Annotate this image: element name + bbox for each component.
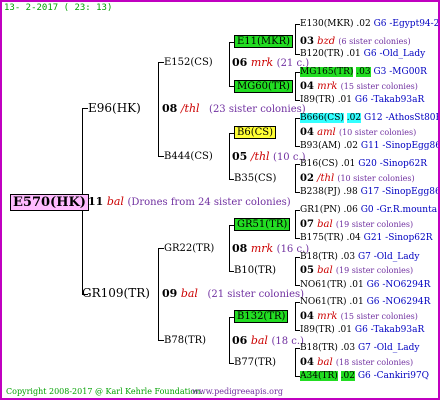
connector [295, 118, 296, 146]
gen4-entry[interactable]: GR1(PN) .06 G0 -Gr.R.mounta [300, 204, 437, 217]
gen4-entry[interactable]: I89(TR) .01 G6 -Takab93aR [300, 94, 424, 107]
gen4-entry[interactable]: B238(PJ) .98 G17 -SinopEgg86R [300, 186, 438, 199]
connector [158, 62, 159, 156]
gen3-node[interactable]: B77(TR) [234, 356, 276, 369]
gen4-entry[interactable]: I89(TR) .01 G6 -Takab93aR [300, 324, 424, 337]
gen4-entry[interactable]: NO61(TR) .01 G6 -NO6294R [300, 296, 430, 309]
connector [295, 24, 296, 54]
root-id[interactable]: E570(HK) [10, 194, 89, 211]
gen2-node[interactable]: B444(CS) [164, 150, 213, 163]
gen4-entry[interactable]: B18(TR) .03 G7 -Old_Lady [300, 342, 419, 355]
site-link[interactable]: www.pedigreeapis.org [192, 385, 283, 398]
gen3-node[interactable]: E11(MKR) [234, 35, 294, 48]
gen3-mating: 04 bal (18 sister colonies) [300, 357, 414, 368]
gen1-node[interactable]: GR109(TR) [82, 287, 150, 300]
gen3-mating: 03 bzd (6 sister colonies) [300, 36, 411, 47]
gen4-entry[interactable]: B120(TR) .01 G6 -Old_Lady [300, 48, 425, 61]
connector [295, 72, 296, 100]
gen3-mating: 07 bal (19 sister colonies) [300, 219, 414, 230]
gen4-entry[interactable]: MG165(TR) .03 G3 -MG00R [300, 66, 427, 79]
date-line: 13- 2-2017 ( 23: 13) [4, 3, 113, 13]
connector [295, 257, 296, 285]
gen3-mating: 02 /thl (10 sister colonies) [300, 173, 415, 184]
root-rel: bal [106, 195, 124, 208]
connector [229, 133, 230, 179]
gen2-node[interactable]: E152(CS) [164, 56, 213, 69]
gen4-entry[interactable]: B16(CS) .01 G20 -Sinop62R [300, 158, 427, 171]
gen4-entry[interactable]: B18(TR) .03 G7 -Old_Lady [300, 251, 419, 264]
pedigree-frame: { "header": { "date_line": "13- 2-2017 (… [0, 0, 440, 400]
gen1-node[interactable]: E96(HK) [88, 102, 141, 115]
gen3-node[interactable]: GR51(TR) [234, 218, 291, 231]
gen2-mating: 06 mrk (21 c.) [232, 56, 310, 69]
gen3-node[interactable]: B10(TR) [234, 264, 276, 277]
root-num: 11 [88, 195, 104, 208]
connector [158, 248, 159, 340]
root-mating: 11 bal (Drones from 24 sister colonies) [88, 195, 291, 209]
gen4-entry[interactable]: E130(MKR) .02 G6 -Egypt94-2R [300, 18, 438, 31]
gen2-mating: 05 /thl (10 c.) [232, 150, 306, 163]
gen3-node[interactable]: MG60(TR) [234, 80, 293, 93]
gen3-node[interactable]: B6(CS) [234, 126, 277, 139]
connector [295, 302, 296, 330]
gen3-mating: 04 aml (10 sister colonies) [300, 127, 417, 138]
gen2-node[interactable]: GR22(TR) [164, 242, 214, 255]
gen3-node[interactable]: B132(TR) [234, 310, 289, 323]
gen2-mating: 08 mrk (16 c.) [232, 242, 310, 255]
gen3-node[interactable]: B35(CS) [234, 172, 276, 185]
connector [295, 210, 296, 238]
root-note: (Drones from 24 sister colonies) [127, 197, 291, 208]
gen3-mating: 04 mrk (15 sister colonies) [300, 81, 418, 92]
gen1-mating: 08 /thl (23 sister colonies) [162, 102, 306, 115]
gen1-mating: 09 bal (21 sister colonies) [162, 287, 305, 300]
gen4-entry[interactable]: A34(TR) .02 G6 -Cankiri97Q [300, 370, 429, 383]
root-node[interactable]: E570(HK) [10, 194, 89, 211]
copyright-text: Copyright 2008-2017 @ Karl Kehrle Founda… [6, 387, 203, 396]
gen4-entry[interactable]: B93(AM) .02 G11 -SinopEgg86R [300, 140, 438, 153]
gen3-mating: 04 mrk (15 sister colonies) [300, 311, 418, 322]
gen4-entry[interactable]: NO61(TR) .01 G6 -NO6294R [300, 279, 430, 292]
connector [295, 164, 296, 192]
connector [229, 317, 230, 363]
gen2-mating: 06 bal (18 c.) [232, 334, 304, 347]
gen4-entry[interactable]: B175(TR) .04 G21 -Sinop62R [300, 232, 432, 245]
gen2-node[interactable]: B78(TR) [164, 334, 206, 347]
connector [229, 42, 230, 86]
connector [295, 348, 296, 376]
connector [229, 225, 230, 271]
gen4-entry[interactable]: B666(CS) .02 G12 -AthosSt80R [300, 112, 438, 125]
gen3-mating: 05 bal (19 sister colonies) [300, 265, 414, 276]
